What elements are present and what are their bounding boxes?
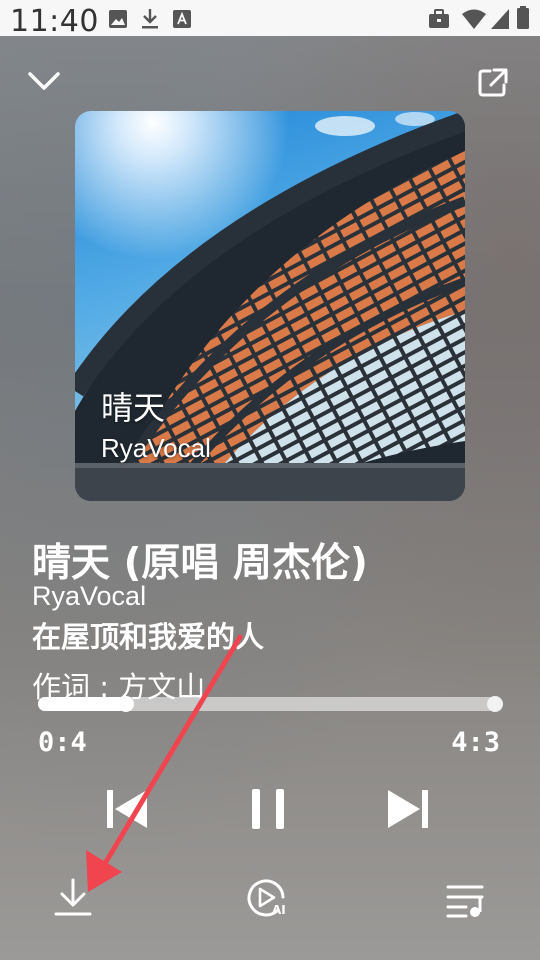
font-icon	[173, 10, 191, 28]
progress-end-dot	[487, 696, 503, 712]
briefcase-icon	[429, 9, 449, 28]
song-artist[interactable]: RyaVocal	[32, 581, 146, 612]
status-time: 11:40	[10, 4, 99, 39]
share-external-icon[interactable]	[476, 66, 510, 100]
ai-badge: AI	[272, 903, 286, 917]
album-title: 晴天	[101, 389, 166, 427]
download-icon[interactable]	[54, 878, 92, 918]
song-title: 晴天 (原唱 周杰伦)	[32, 541, 368, 586]
status-bar: 11:40	[0, 0, 540, 39]
ai-play-button[interactable]: AI	[246, 878, 288, 920]
album-artist: RyaVocal	[101, 433, 211, 463]
image-icon	[109, 10, 127, 28]
skip-previous-icon[interactable]	[105, 788, 149, 830]
skip-next-icon[interactable]	[386, 788, 430, 830]
pause-icon[interactable]	[250, 789, 286, 829]
signal-icon	[491, 9, 509, 29]
battery-icon	[517, 6, 529, 29]
download-icon	[142, 9, 158, 29]
wifi-icon	[462, 9, 486, 29]
progress-fill	[38, 697, 127, 711]
lyric-next-line[interactable]: 作词 : 方文山	[32, 664, 205, 700]
album-art: 晴天 RyaVocal	[75, 111, 465, 501]
progress-knob[interactable]	[118, 696, 135, 712]
total-time: 4:3	[451, 727, 500, 758]
progress-slider[interactable]	[38, 696, 503, 712]
current-time: 0:4	[38, 727, 87, 758]
lyric-current-line[interactable]: 在屋顶和我爱的人	[32, 614, 264, 656]
chevron-down-icon[interactable]	[26, 66, 62, 96]
playlist-icon[interactable]	[446, 884, 486, 918]
